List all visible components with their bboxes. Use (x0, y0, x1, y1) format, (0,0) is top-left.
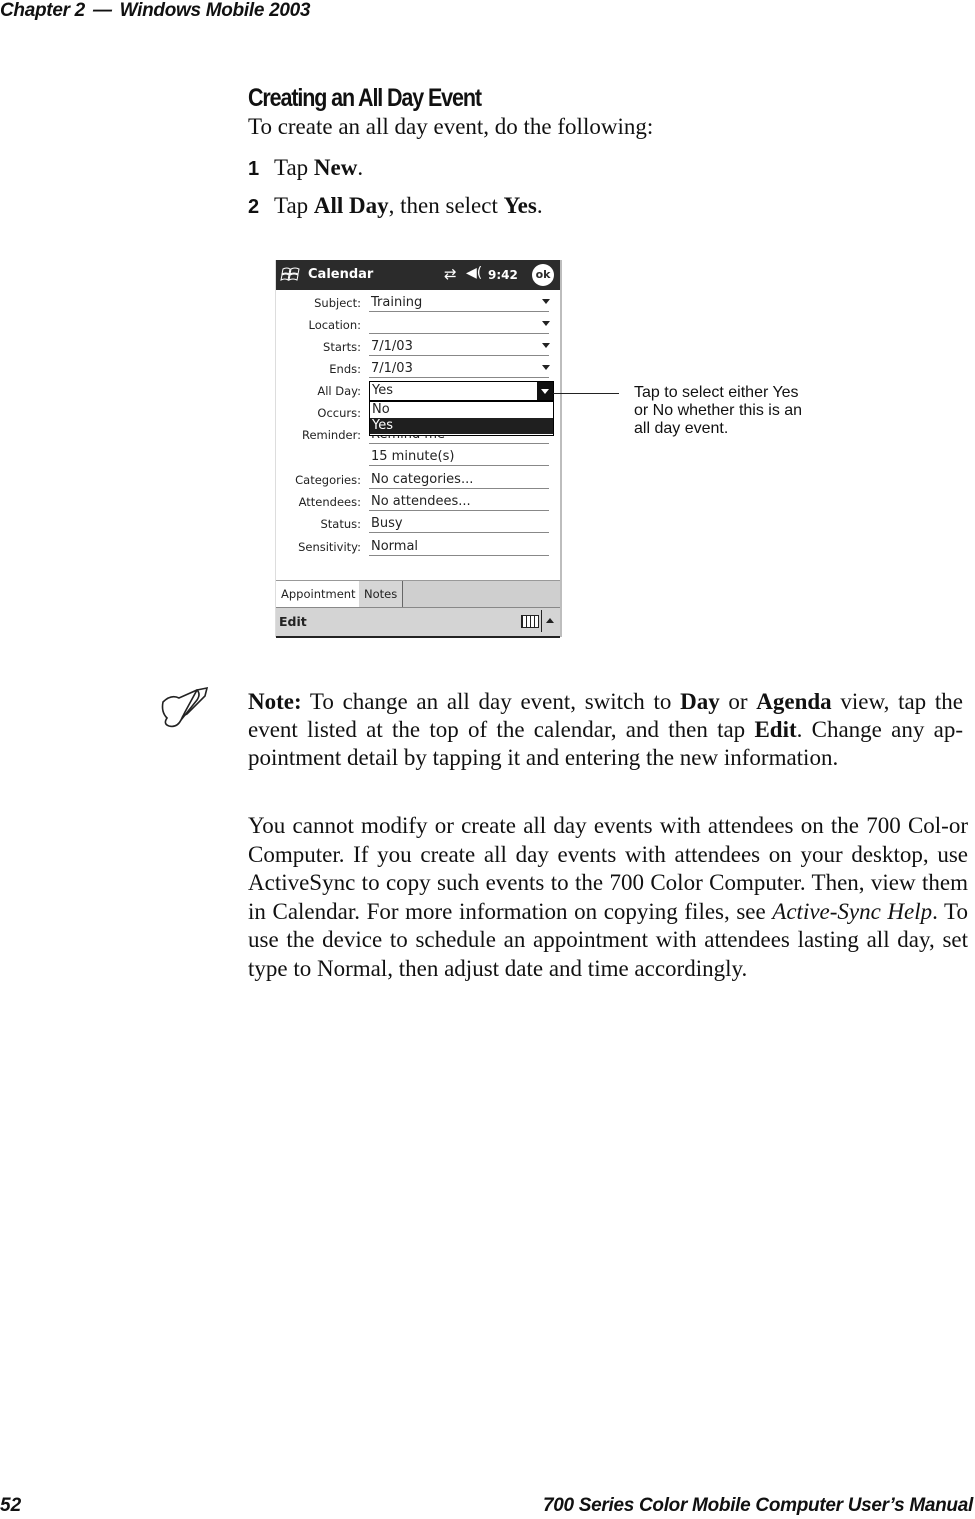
up-arrow-icon[interactable] (546, 618, 554, 623)
note-label: Note: (248, 689, 302, 714)
note-text: or (719, 689, 757, 714)
step-keyword: Yes (503, 193, 537, 218)
field-location[interactable]: Location: (276, 314, 560, 336)
title-bar: Calendar ⇄ ◀( 9:42 ok (276, 260, 560, 290)
field-sensitivity[interactable]: Sensitivity: Normal (276, 536, 560, 558)
field-label: Status: (320, 517, 361, 531)
dropdown-arrow-icon[interactable] (542, 321, 550, 326)
sensitivity-input[interactable]: Normal (369, 537, 549, 556)
field-label: Attendees: (298, 495, 361, 509)
step-text: , then select (388, 193, 504, 218)
tab-bar: Appointment Notes (276, 580, 560, 608)
ends-input[interactable]: 7/1/03 (369, 359, 549, 378)
attendees-input[interactable]: No attendees... (369, 492, 549, 511)
tab-appointment[interactable]: Appointment (276, 581, 362, 607)
step-2: 2 Tap All Day, then select Yes. (248, 193, 543, 219)
note-keyword: Agenda (756, 689, 832, 714)
field-subject[interactable]: Subject: Training (276, 292, 560, 314)
field-label: Occurs: (317, 406, 361, 420)
device-screenshot: Calendar ⇄ ◀( 9:42 ok Subject: Training … (275, 260, 562, 638)
edit-menu[interactable]: Edit (279, 614, 307, 629)
location-input[interactable] (369, 315, 549, 334)
divider (541, 610, 542, 632)
field-label: All Day: (317, 384, 361, 398)
body-paragraph: You cannot modify or create all day even… (248, 812, 968, 983)
categories-input[interactable]: No categories... (369, 470, 549, 489)
field-ends[interactable]: Ends: 7/1/03 (276, 358, 560, 380)
step-number: 1 (248, 158, 260, 180)
speaker-icon[interactable]: ◀( (466, 265, 482, 281)
note-text: To change an all day event, switch to (301, 689, 681, 714)
all-day-dropdown-list: No Yes (369, 401, 554, 436)
section-title: Creating an All Day Event (248, 84, 482, 112)
field-categories[interactable]: Categories: No categories... (276, 469, 560, 491)
step-keyword: New (313, 155, 358, 180)
reference-title: Active-Sync Help (772, 898, 933, 924)
app-title: Calendar (308, 267, 374, 282)
keyboard-icon[interactable] (521, 615, 539, 628)
menu-bar: Edit (276, 607, 560, 638)
all-day-select[interactable]: Yes (369, 381, 554, 401)
note-keyword: Day (680, 689, 720, 714)
step-text: . (536, 193, 543, 218)
field-label: Starts: (323, 340, 361, 354)
field-label: Subject: (314, 296, 361, 310)
dropdown-arrow-icon[interactable] (537, 382, 553, 400)
callout-leader-line (553, 393, 619, 394)
reminder-time-input[interactable]: 15 minute(s) (369, 447, 549, 466)
dropdown-arrow-icon[interactable] (542, 299, 550, 304)
chapter-title: Windows Mobile 2003 (119, 0, 311, 21)
subject-input[interactable]: Training (369, 293, 549, 312)
note-keyword: Edit (754, 717, 797, 742)
field-label: Reminder: (301, 428, 361, 442)
step-1: 1 Tap New. (248, 155, 363, 181)
field-starts[interactable]: Starts: 7/1/03 (276, 336, 560, 358)
step-number: 2 (248, 196, 260, 218)
step-text: . (357, 155, 364, 180)
field-status[interactable]: Status: Busy (276, 513, 560, 535)
note-pencil-icon (161, 686, 209, 728)
step-text: Tap (274, 155, 314, 180)
all-day-value: Yes (372, 383, 393, 398)
dropdown-arrow-icon[interactable] (542, 343, 550, 348)
book-title: 700 Series Color Mobile Computer User’s … (542, 1495, 973, 1516)
clock-time[interactable]: 9:42 (488, 268, 518, 282)
callout-text: Tap to select either Yes or No whether t… (634, 384, 803, 437)
step-text: Tap (274, 193, 314, 218)
chapter-label: Chapter 2 (0, 0, 85, 21)
page-number: 52 (0, 1495, 22, 1516)
windows-flag-icon[interactable] (280, 264, 302, 286)
field-label: Ends: (329, 362, 361, 376)
field-attendees[interactable]: Attendees: No attendees... (276, 491, 560, 513)
running-head: Chapter 2 — Windows Mobile 2003 (0, 0, 310, 22)
field-label: Sensitivity: (298, 540, 361, 554)
field-reminder-time[interactable]: 15 minute(s) (276, 446, 560, 468)
intro-text: To create an all day event, do the follo… (248, 114, 654, 139)
option-no[interactable]: No (370, 402, 553, 418)
step-keyword: All Day (313, 193, 389, 218)
starts-input[interactable]: 7/1/03 (369, 337, 549, 356)
dash: — (92, 0, 112, 21)
field-label: Location: (308, 318, 361, 332)
field-label: Categories: (295, 473, 361, 487)
option-yes[interactable]: Yes (370, 418, 553, 434)
note-paragraph: Note: To change an all day event, switch… (248, 688, 963, 772)
tab-notes[interactable]: Notes (359, 581, 404, 607)
dropdown-arrow-icon[interactable] (542, 365, 550, 370)
sync-arrows-icon[interactable]: ⇄ (444, 265, 457, 283)
status-input[interactable]: Busy (369, 514, 549, 533)
ok-button[interactable]: ok (532, 264, 554, 286)
